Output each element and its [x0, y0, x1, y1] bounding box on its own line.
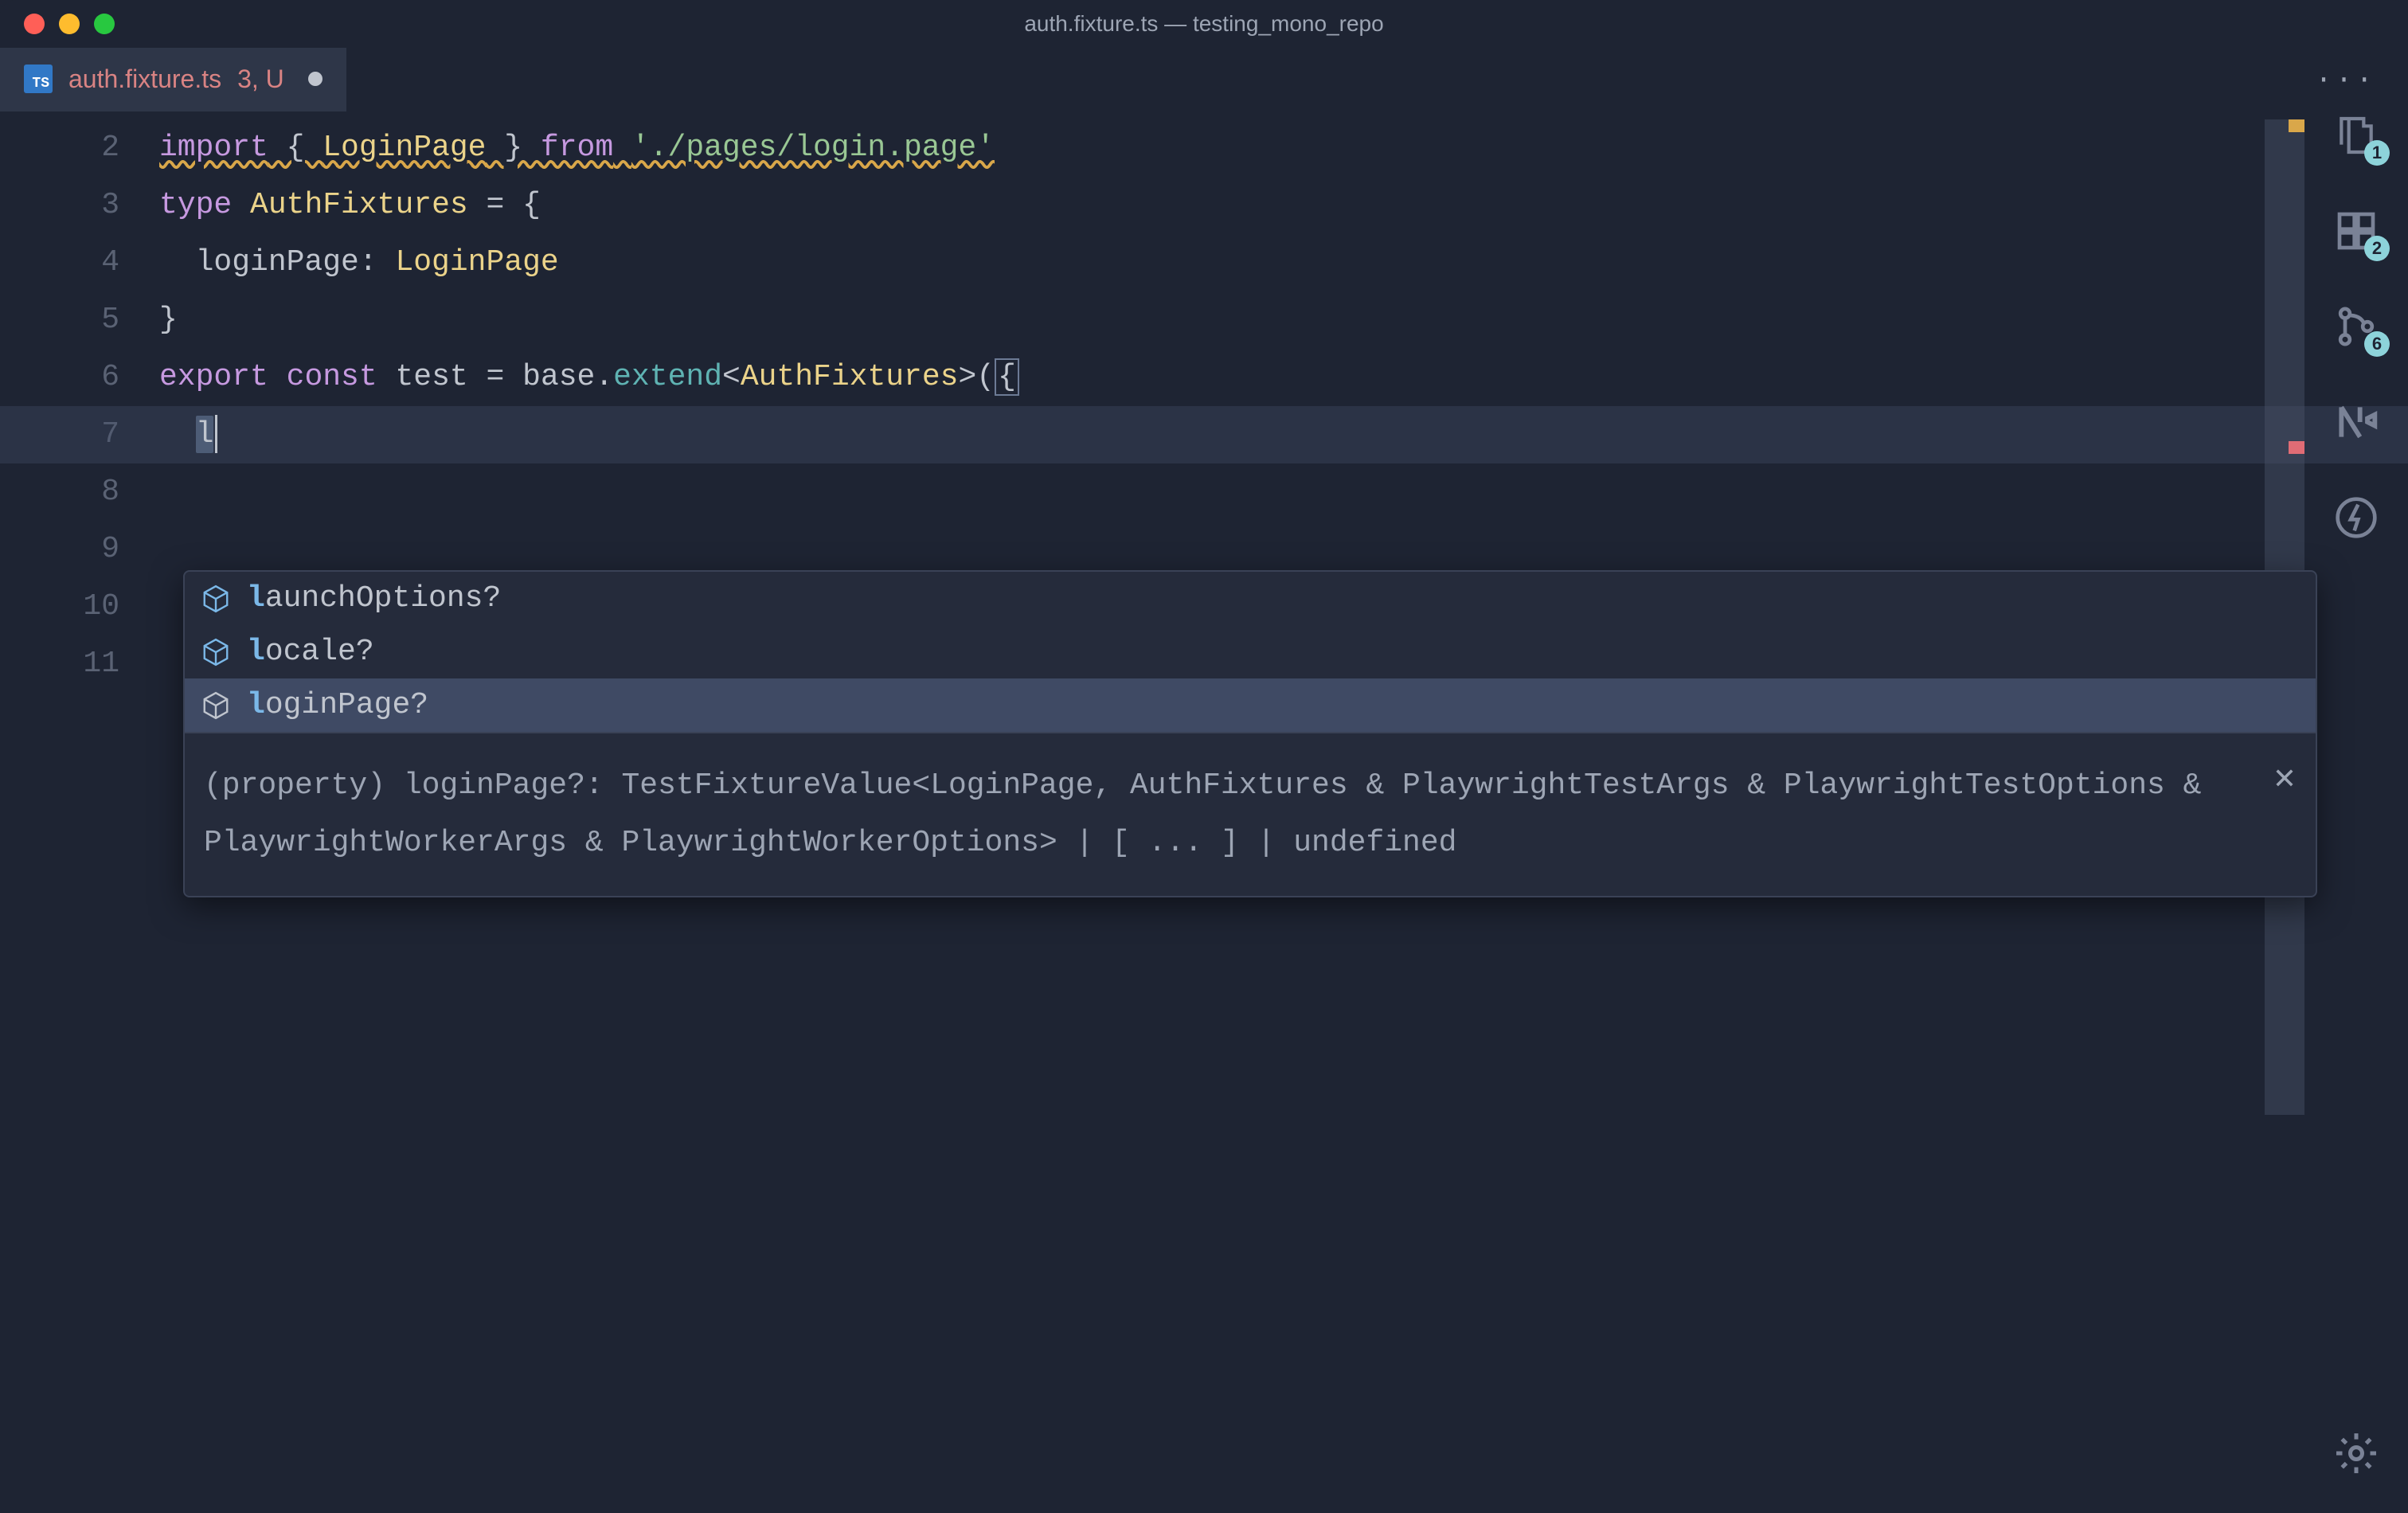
line-number: 11: [0, 635, 119, 693]
autocomplete-item-locale[interactable]: locale?: [185, 625, 2316, 678]
tab-filename: auth.fixture.ts: [68, 65, 221, 94]
property-icon: [201, 584, 231, 614]
autocomplete-detail: (property) loginPage?: TestFixtureValue<…: [185, 732, 2316, 896]
extensions-icon[interactable]: 2: [2332, 207, 2380, 255]
activity-bar: 1 2 6: [2304, 111, 2408, 1513]
autocomplete-item-loginpage[interactable]: loginPage?: [185, 678, 2316, 732]
autocomplete-item-launchoptions[interactable]: launchOptions?: [185, 572, 2316, 625]
autocomplete-label: locale?: [247, 635, 374, 669]
tab-status: 3, U: [237, 65, 284, 94]
line-number: 9: [0, 521, 119, 578]
text-cursor: [215, 415, 217, 453]
line-number: 3: [0, 177, 119, 234]
source-control-icon[interactable]: 6: [2332, 303, 2380, 350]
title-bar: auth.fixture.ts — testing_mono_repo: [0, 0, 2408, 48]
code-line[interactable]: type AuthFixtures = {: [159, 177, 2408, 234]
tab-bar: TS auth.fixture.ts 3, U ···: [0, 48, 2408, 111]
editor-container: 2 3 4 5 6 7 8 9 10 11 import { LoginPage…: [0, 111, 2408, 1513]
window-title: auth.fixture.ts — testing_mono_repo: [1024, 11, 1383, 37]
line-number: 8: [0, 463, 119, 521]
extensions-badge: 2: [2364, 236, 2390, 261]
code-line[interactable]: loginPage: LoginPage: [159, 234, 2408, 291]
tab-auth-fixture[interactable]: TS auth.fixture.ts 3, U: [0, 48, 346, 111]
line-number: 4: [0, 234, 119, 291]
tab-more-actions[interactable]: ···: [2315, 64, 2376, 96]
settings-gear-icon[interactable]: [2332, 1429, 2380, 1481]
line-number-gutter: 2 3 4 5 6 7 8 9 10 11: [0, 111, 159, 1513]
typescript-icon: TS: [24, 65, 53, 93]
minimize-window-button[interactable]: [59, 14, 80, 34]
line-number: 2: [0, 119, 119, 177]
line-number: 10: [0, 578, 119, 635]
thunder-icon[interactable]: [2332, 494, 2380, 541]
traffic-lights: [24, 14, 115, 34]
close-icon[interactable]: ✕: [2273, 753, 2297, 810]
line-number: 5: [0, 291, 119, 349]
minimap-warning-marker[interactable]: [2289, 119, 2304, 132]
line-number: 6: [0, 349, 119, 406]
explorer-badge: 1: [2364, 140, 2390, 166]
minimap-error-marker[interactable]: [2289, 441, 2304, 454]
tab-dirty-indicator: [308, 72, 322, 86]
autocomplete-popup: launchOptions? locale? loginPage? (prope…: [183, 570, 2317, 897]
property-icon: [201, 637, 231, 667]
explorer-icon[interactable]: 1: [2332, 111, 2380, 159]
code-line[interactable]: import { LoginPage } from './pages/login…: [159, 119, 2408, 177]
autocomplete-label: loginPage?: [247, 688, 428, 722]
nx-console-icon[interactable]: [2332, 398, 2380, 446]
code-line[interactable]: }: [159, 291, 2408, 349]
close-window-button[interactable]: [24, 14, 45, 34]
autocomplete-label: launchOptions?: [247, 581, 501, 616]
scm-badge: 6: [2364, 331, 2390, 357]
property-icon: [201, 690, 231, 721]
code-line[interactable]: export const test = base.extend<AuthFixt…: [159, 349, 2408, 406]
code-line-current[interactable]: l: [0, 406, 2408, 463]
maximize-window-button[interactable]: [94, 14, 115, 34]
